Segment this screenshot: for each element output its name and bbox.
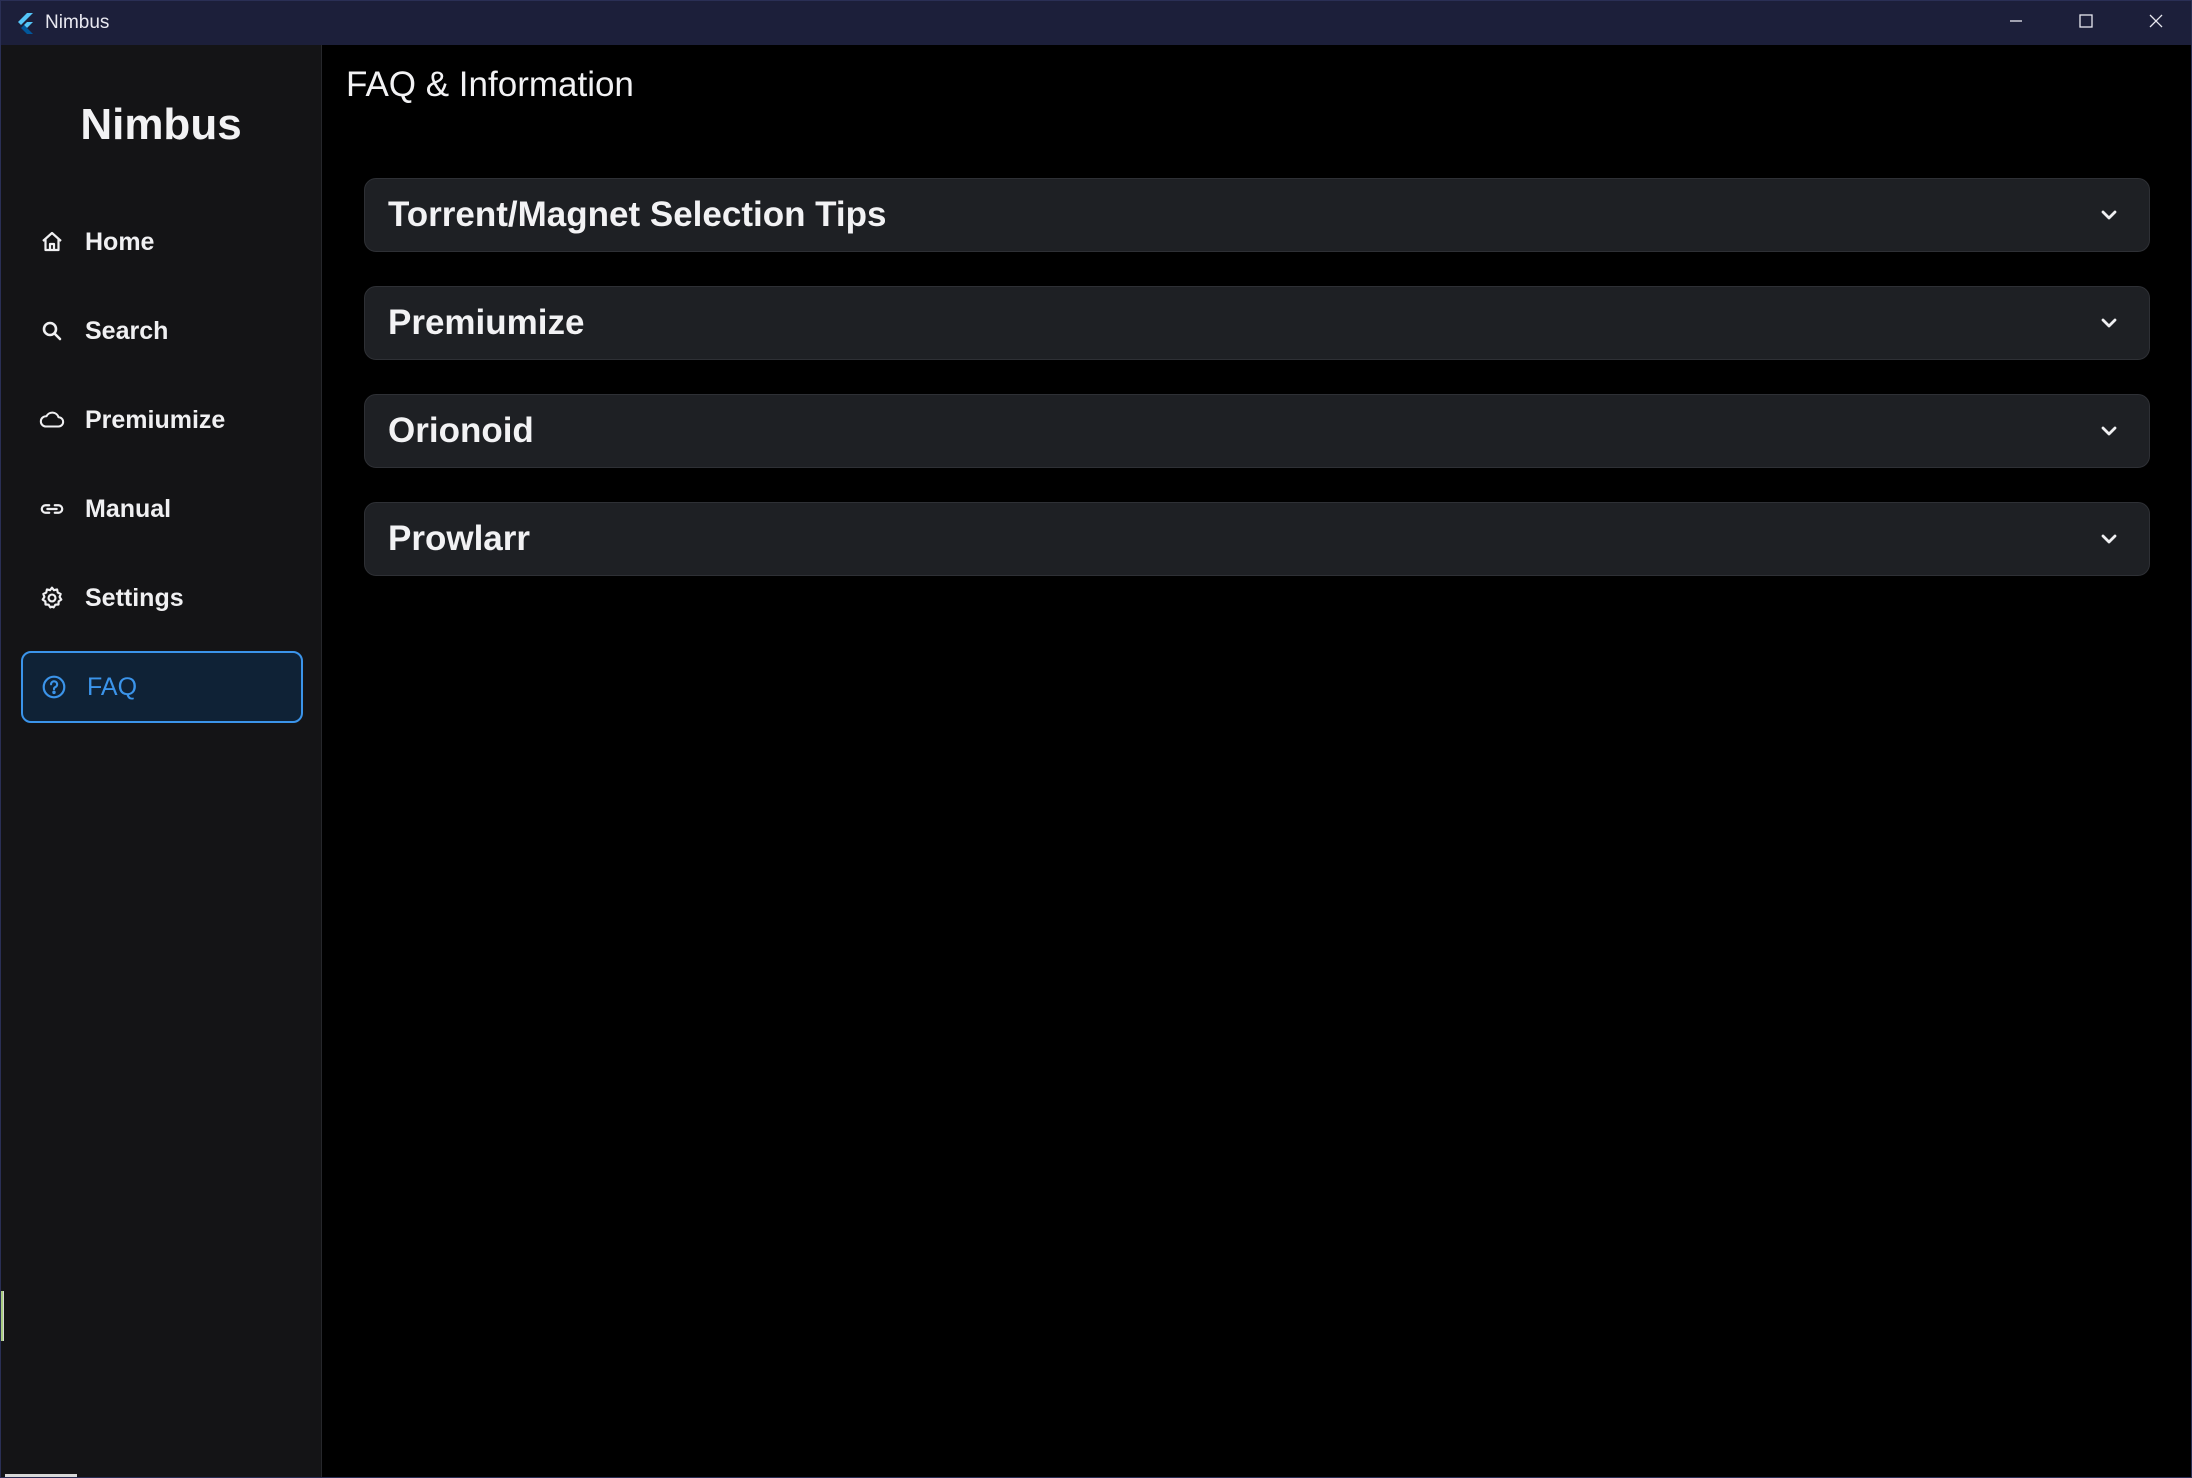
close-icon [2148,13,2164,34]
window-edge-indicator-tint [1,1291,3,1341]
chevron-down-icon [2093,415,2125,447]
faq-item-title: Torrent/Magnet Selection Tips [388,195,887,234]
bottom-scroll-hint [5,1474,77,1477]
flutter-logo-icon [13,11,37,35]
app-window: Nimbus Nimbus Home Search Premiumize Man… [0,0,2192,1478]
chevron-down-icon [2093,199,2125,231]
faq-item-orionoid[interactable]: Orionoid [364,394,2150,468]
sidebar-item-home[interactable]: Home [21,206,303,278]
sidebar-item-label: FAQ [87,672,138,701]
faq-list: Torrent/Magnet Selection Tips Premiumize… [364,178,2150,610]
main-content: FAQ & Information Torrent/Magnet Selecti… [322,45,2191,1477]
window-controls [1981,1,2191,45]
faq-item-torrent-tips[interactable]: Torrent/Magnet Selection Tips [364,178,2150,252]
search-icon [39,318,65,344]
sidebar-item-label: Home [85,227,155,256]
sidebar-item-premiumize[interactable]: Premiumize [21,384,303,456]
maximize-button[interactable] [2051,1,2121,45]
window-title: Nimbus [45,12,110,33]
sidebar-item-settings[interactable]: Settings [21,562,303,634]
sidebar-nav: Home Search Premiumize Manual Settings F… [21,206,303,740]
cloud-icon [39,407,65,433]
title-bar: Nimbus [1,1,2191,45]
chevron-down-icon [2093,523,2125,555]
minimize-button[interactable] [1981,1,2051,45]
faq-item-title: Prowlarr [388,519,530,558]
page-title: FAQ & Information [346,65,634,104]
home-icon [39,229,65,255]
app-brand: Nimbus [80,100,242,149]
sidebar-item-label: Manual [85,494,172,523]
sidebar-item-manual[interactable]: Manual [21,473,303,545]
sidebar-item-label: Settings [85,583,184,612]
faq-item-title: Orionoid [388,411,534,450]
sidebar-item-label: Search [85,316,169,345]
chevron-down-icon [2093,307,2125,339]
maximize-icon [2078,13,2094,34]
sidebar-item-faq[interactable]: FAQ [21,651,303,723]
sidebar: Nimbus Home Search Premiumize Manual Set… [1,45,322,1477]
faq-item-premiumize[interactable]: Premiumize [364,286,2150,360]
minimize-icon [2008,13,2024,34]
gear-icon [39,585,65,611]
help-circle-icon [41,674,67,700]
faq-item-prowlarr[interactable]: Prowlarr [364,502,2150,576]
sidebar-item-search[interactable]: Search [21,295,303,367]
link-icon [39,496,65,522]
sidebar-item-label: Premiumize [85,405,226,434]
faq-item-title: Premiumize [388,303,585,342]
close-button[interactable] [2121,1,2191,45]
